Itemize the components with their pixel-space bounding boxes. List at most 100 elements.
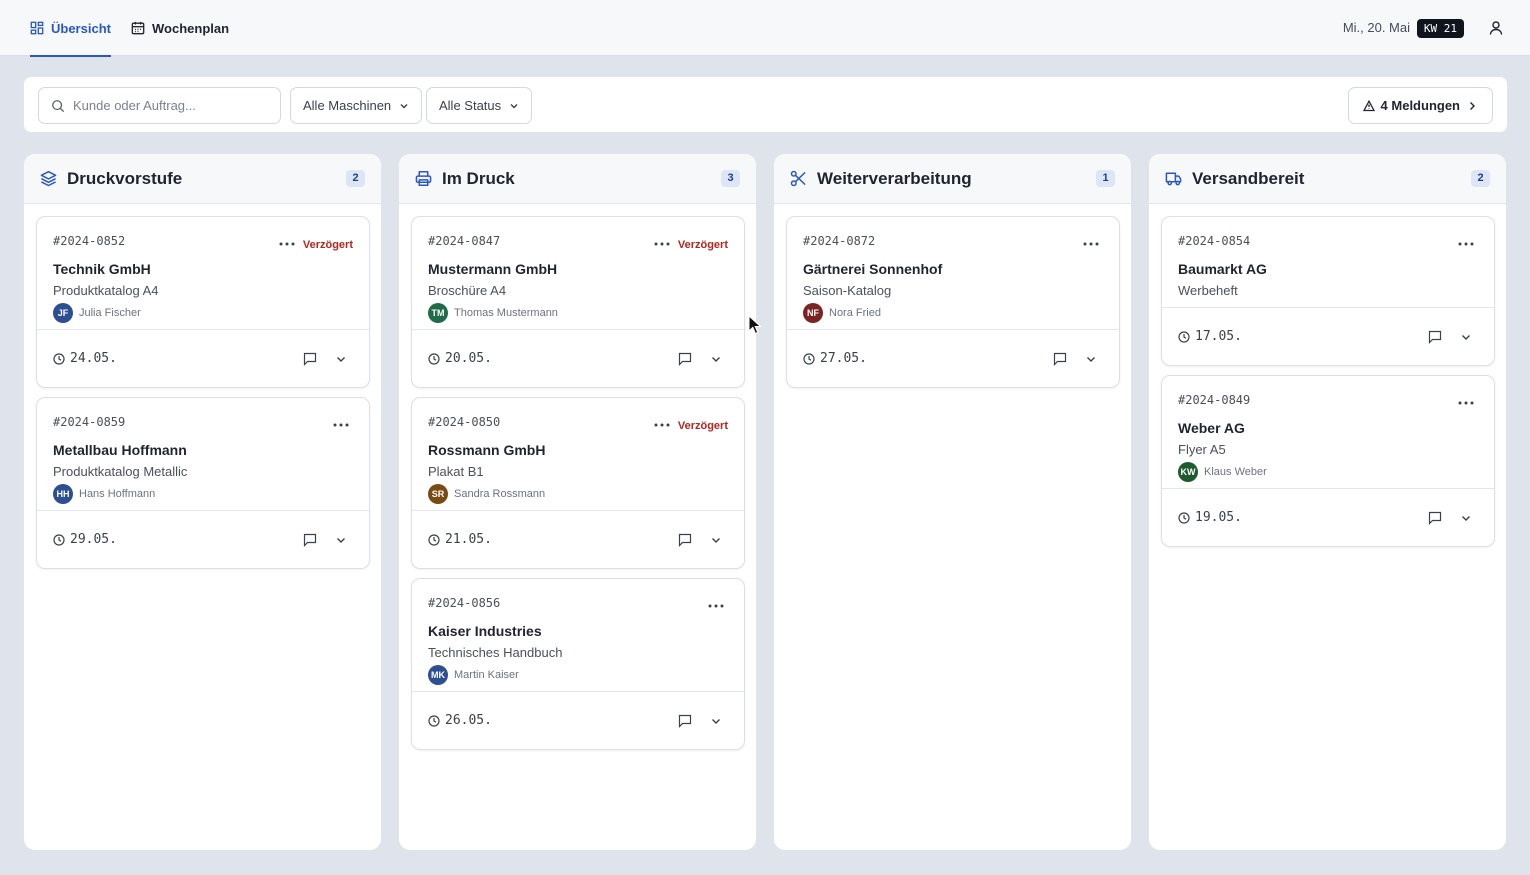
chevron-down-icon[interactable] xyxy=(335,534,347,546)
chevron-down-icon[interactable] xyxy=(710,534,722,546)
user-icon[interactable] xyxy=(1488,20,1504,36)
order-card[interactable]: #2024-0852 Verzögert Technik GmbH Produk… xyxy=(36,216,370,388)
column-count-badge: 3 xyxy=(721,170,740,187)
order-card[interactable]: #2024-0847 Verzögert Mustermann GmbH Bro… xyxy=(411,216,745,388)
order-id: #2024-0854 xyxy=(1178,234,1251,248)
clock-icon xyxy=(1178,330,1190,343)
assignee-name: Sandra Rossmann xyxy=(454,488,546,500)
comment-icon[interactable] xyxy=(678,352,692,366)
calendar-icon xyxy=(131,21,145,35)
order-card[interactable]: #2024-0872 Gärtnerei Sonnenhof Saison-Ka… xyxy=(786,216,1120,388)
chevron-down-icon[interactable] xyxy=(710,353,722,365)
order-card[interactable]: #2024-0850 Verzögert Rossmann GmbH Plaka… xyxy=(411,397,745,569)
column-weiterverarbeitung: Weiterverarbeitung 1 #2024-0872 Gärtnere… xyxy=(773,153,1132,851)
avatar: TM xyxy=(428,303,448,323)
client-name: Rossmann GmbH xyxy=(428,442,546,458)
card-footer: 24.05. xyxy=(37,329,369,387)
chevron-right-icon xyxy=(1470,101,1475,110)
order-card[interactable]: #2024-0854 Baumarkt AG Werbeheft 17.05. xyxy=(1161,216,1495,366)
order-card[interactable]: #2024-0859 Metallbau Hoffmann Produktkat… xyxy=(36,397,370,569)
column-count-badge: 1 xyxy=(1096,170,1115,187)
clock-icon xyxy=(53,352,65,365)
card-footer: 26.05. xyxy=(412,691,744,749)
order-id: #2024-0849 xyxy=(1178,393,1251,407)
avatar: KW xyxy=(1178,462,1198,482)
client-name: Gärtnerei Sonnenhof xyxy=(803,261,943,277)
more-options-icon[interactable] xyxy=(1458,239,1474,249)
column-count-badge: 2 xyxy=(346,170,365,187)
search-box[interactable] xyxy=(38,87,281,124)
clock-icon xyxy=(803,352,815,365)
order-id: #2024-0859 xyxy=(53,415,126,429)
assignee: MK Martin Kaiser xyxy=(428,665,728,685)
tab-wochenplan[interactable]: Wochenplan xyxy=(131,0,229,56)
alerts-button[interactable]: 4 Meldungen xyxy=(1347,87,1493,124)
order-card[interactable]: #2024-0849 Weber AG Flyer A5 KW Klaus We… xyxy=(1161,375,1495,547)
comment-icon[interactable] xyxy=(678,533,692,547)
assignee-name: Hans Hoffmann xyxy=(79,488,156,500)
column-count-badge: 2 xyxy=(1471,170,1490,187)
top-navigation: Übersicht Wochenplan Mi., 20. Mai KW 21 xyxy=(0,0,1530,57)
chevron-down-icon[interactable] xyxy=(710,715,722,727)
order-id: #2024-0872 xyxy=(803,234,876,248)
more-options-icon[interactable] xyxy=(279,239,295,249)
clock-icon xyxy=(428,533,440,546)
comment-icon[interactable] xyxy=(303,533,317,547)
product-name: Broschüre A4 xyxy=(428,283,507,298)
chevron-down-icon[interactable] xyxy=(1460,331,1472,343)
avatar: NF xyxy=(803,303,823,323)
machine-filter-label: Alle Maschinen xyxy=(303,98,392,113)
more-options-icon[interactable] xyxy=(708,601,724,611)
status-filter-label: Alle Status xyxy=(439,98,502,113)
comment-icon[interactable] xyxy=(1053,352,1067,366)
order-id: #2024-0856 xyxy=(428,596,501,610)
column-header: Druckvorstufe 2 xyxy=(24,154,381,204)
more-options-icon[interactable] xyxy=(654,420,670,430)
calendar-week-badge: KW 21 xyxy=(1416,19,1464,38)
chevron-down-icon[interactable] xyxy=(1085,353,1097,365)
status-filter-dropdown[interactable]: Alle Status xyxy=(426,87,533,124)
more-options-icon[interactable] xyxy=(333,420,349,430)
current-date: Mi., 20. Mai xyxy=(1342,20,1410,35)
filter-bar: Alle Maschinen Alle Status 4 Meldungen xyxy=(23,76,1508,133)
avatar: JF xyxy=(53,303,73,323)
client-name: Baumarkt AG xyxy=(1178,261,1267,277)
column-header: Im Druck 3 xyxy=(399,154,756,204)
machine-filter-dropdown[interactable]: Alle Maschinen xyxy=(290,87,423,124)
column-im-druck: Im Druck 3 #2024-0847 Verzögert Musterma… xyxy=(398,153,757,851)
card-footer: 20.05. xyxy=(412,329,744,387)
client-name: Metallbau Hoffmann xyxy=(53,442,187,458)
product-name: Technisches Handbuch xyxy=(428,645,563,660)
order-card[interactable]: #2024-0856 Kaiser Industries Technisches… xyxy=(411,578,745,750)
comment-icon[interactable] xyxy=(303,352,317,366)
comment-icon[interactable] xyxy=(678,714,692,728)
product-name: Produktkatalog Metallic xyxy=(53,464,188,479)
more-options-icon[interactable] xyxy=(1458,398,1474,408)
more-options-icon[interactable] xyxy=(1083,239,1099,249)
clock-icon xyxy=(428,714,440,727)
avatar: HH xyxy=(53,484,73,504)
search-input[interactable] xyxy=(73,98,263,113)
assignee-name: Nora Fried xyxy=(829,307,881,319)
status-badge: Verzögert xyxy=(677,420,728,432)
chevron-down-icon[interactable] xyxy=(335,353,347,365)
due-date: 21.05. xyxy=(445,532,492,547)
comment-icon[interactable] xyxy=(1428,330,1442,344)
product-name: Produktkatalog A4 xyxy=(53,283,159,298)
column-versandbereit: Versandbereit 2 #2024-0854 Baumarkt AG W… xyxy=(1148,153,1507,851)
tab-uebersicht[interactable]: Übersicht xyxy=(30,0,111,57)
assignee: JF Julia Fischer xyxy=(53,303,353,323)
column-header: Weiterverarbeitung 1 xyxy=(774,154,1131,204)
card-footer: 21.05. xyxy=(412,510,744,568)
assignee-name: Martin Kaiser xyxy=(454,669,519,681)
card-footer: 19.05. xyxy=(1162,488,1494,546)
more-options-icon[interactable] xyxy=(654,239,670,249)
assignee-name: Thomas Mustermann xyxy=(454,307,558,319)
assignee-name: Klaus Weber xyxy=(1204,466,1267,478)
truck-icon xyxy=(1165,172,1182,186)
tab-label: Übersicht xyxy=(51,20,111,36)
clock-icon xyxy=(1178,511,1190,524)
chevron-down-icon[interactable] xyxy=(1460,512,1472,524)
product-name: Flyer A5 xyxy=(1178,442,1226,457)
comment-icon[interactable] xyxy=(1428,511,1442,525)
